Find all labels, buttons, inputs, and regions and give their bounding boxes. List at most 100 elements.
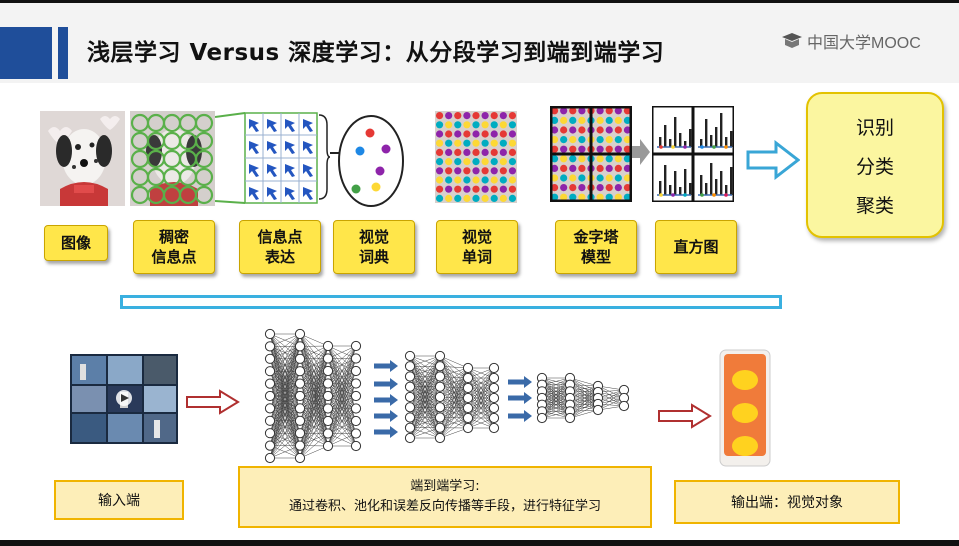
color-dot [499, 121, 507, 129]
histogram-bar [669, 139, 672, 147]
color-dot [508, 130, 517, 138]
network-node [322, 440, 334, 452]
network-node [322, 365, 334, 377]
color-dot [472, 185, 480, 193]
color-dot [560, 126, 568, 134]
color-dot [490, 185, 498, 193]
color-dot [445, 158, 453, 166]
network-node [404, 361, 416, 372]
histogram-bar [730, 167, 733, 195]
color-dot [578, 155, 586, 163]
color-dot [445, 185, 453, 193]
color-dot [596, 174, 604, 182]
color-dot [481, 121, 489, 129]
histogram-bar [715, 179, 718, 195]
color-dot [499, 176, 507, 184]
network-node [294, 378, 306, 389]
color-dot [614, 136, 622, 144]
color-dot [560, 145, 568, 153]
network-node [434, 422, 446, 433]
color-dot [508, 167, 517, 175]
input-end-box: 输入端 [54, 480, 184, 520]
histogram-bar [679, 133, 682, 147]
color-dot [499, 158, 507, 166]
result-clustering: 聚类 [855, 194, 894, 217]
network-node [350, 390, 362, 402]
color-dot [481, 130, 489, 138]
network-node [294, 440, 306, 451]
color-dot [463, 139, 471, 147]
color-dot [472, 158, 480, 166]
color-dot [454, 139, 462, 147]
label-visual-words: 视觉 单词 [436, 220, 518, 274]
histogram-bar [720, 171, 723, 195]
histogram-bar [689, 129, 692, 147]
network-node [322, 378, 334, 389]
network-node [322, 428, 334, 439]
network-node [488, 412, 500, 424]
color-dot [569, 126, 577, 134]
color-dot [596, 126, 604, 134]
color-dot [454, 148, 462, 156]
color-dot [445, 112, 453, 120]
network-node [404, 402, 416, 413]
network-node [434, 361, 446, 372]
network-node [434, 402, 446, 413]
network-node [404, 391, 416, 403]
network-node [404, 412, 416, 423]
histogram-bar [715, 127, 718, 147]
histogram-bar [674, 117, 677, 147]
hollow-red-arrow-icon [186, 389, 240, 415]
network-node [264, 452, 276, 464]
mooc-logo: 中国大学MOOC [780, 29, 921, 53]
network-node [264, 366, 276, 377]
color-dot [508, 194, 517, 202]
color-dot [578, 136, 586, 144]
slide-header: 浅层学习 Versus 深度学习：从分段学习到端到端学习 中国大学MOOC [0, 3, 959, 83]
color-dot [596, 116, 604, 124]
color-dot [578, 116, 586, 124]
color-dot [435, 158, 444, 166]
flow-arrow-icon [374, 426, 398, 438]
network-node [264, 378, 276, 389]
network-node [322, 415, 334, 427]
network-node [434, 371, 446, 382]
color-dot [605, 184, 613, 192]
color-dot [454, 185, 462, 193]
network-node [264, 415, 276, 426]
histogram-bar [684, 169, 687, 195]
dictionary-ellipse-image [330, 115, 404, 207]
result-recognition: 识别 [855, 116, 894, 139]
histogram-bar [705, 119, 708, 147]
color-dot [596, 184, 604, 192]
network-node [488, 422, 500, 434]
histogram-bar [689, 183, 692, 195]
network-node [462, 372, 474, 384]
histogram-bar [710, 163, 713, 195]
network-node [294, 415, 306, 426]
color-dot [472, 130, 480, 138]
color-dot [435, 176, 444, 184]
color-dot [445, 121, 453, 129]
network-node [350, 378, 362, 389]
histogram-marker [724, 145, 728, 149]
network-node [592, 404, 604, 416]
color-dot [472, 148, 480, 156]
histogram-marker [700, 145, 704, 149]
histogram-bar [659, 181, 662, 195]
network-node [536, 412, 548, 424]
network-node [294, 341, 306, 352]
flow-arrow-icon [374, 410, 398, 422]
histogram-marker [683, 145, 687, 149]
flow-arrow-icon [374, 360, 398, 372]
network-node [264, 403, 276, 414]
color-dot [445, 130, 453, 138]
color-dot [463, 112, 471, 120]
color-dot [490, 167, 498, 175]
result-box: 识别 分类 聚类 [806, 92, 944, 238]
network-node [404, 381, 416, 392]
video-thumbnail-image [70, 354, 178, 444]
network-node [294, 366, 306, 377]
color-dot [499, 185, 507, 193]
color-dot [560, 155, 568, 163]
